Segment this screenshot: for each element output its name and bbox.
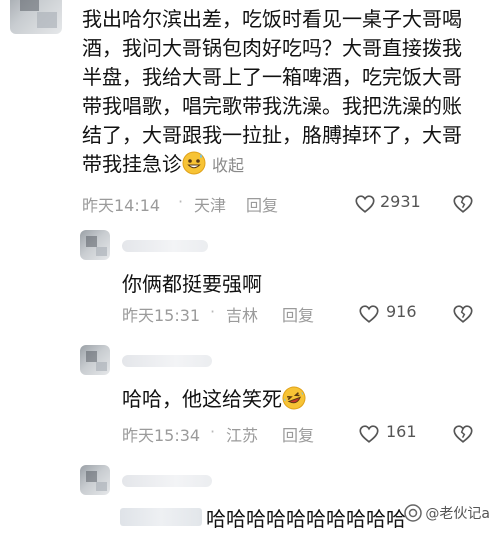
heart-icon[interactable] — [358, 303, 380, 325]
heart-icon[interactable] — [354, 193, 376, 215]
reply-username[interactable] — [122, 355, 212, 367]
separator: · — [210, 302, 216, 321]
comment-time: 昨天14:14 — [82, 196, 161, 215]
broken-heart-icon[interactable] — [452, 303, 474, 325]
reply-meta: 昨天15:31 · 吉林 回复 916 — [122, 302, 500, 328]
reply-username[interactable] — [122, 240, 208, 252]
reply-text-row: 哈哈，他这给笑死 — [122, 383, 306, 412]
reply-button[interactable]: 回复 — [282, 302, 314, 326]
comment-meta: 昨天14:14 · 天津 回复 2931 — [82, 192, 482, 218]
commenter-avatar[interactable] — [10, 0, 62, 34]
reply-username[interactable] — [122, 475, 212, 487]
separator: · — [178, 192, 184, 211]
reply-avatar[interactable] — [80, 345, 110, 375]
like-count: 916 — [386, 302, 417, 321]
comment-body: 我出哈尔滨出差，吃饭时看见一桌子大哥喝酒，我问大哥锅包肉好吃吗？大哥直接拨我半盘… — [82, 5, 478, 180]
reply-avatar[interactable] — [80, 465, 110, 495]
reply-text: 哈哈，他这给笑死 — [122, 387, 282, 411]
reply-meta: 昨天15:34 · 江苏 回复 161 — [122, 422, 500, 448]
reply-button[interactable]: 回复 — [282, 422, 314, 446]
reply-time: 昨天15:34 — [122, 426, 201, 445]
reply-text: 你俩都挺要强啊 — [122, 272, 262, 296]
comment-location: 天津 — [194, 196, 227, 215]
reply-location: 吉林 — [226, 306, 259, 325]
like-count: 2931 — [380, 192, 421, 211]
rolling-laughing-emoji-icon — [282, 386, 306, 410]
reply-button[interactable]: 回复 — [246, 192, 278, 216]
heart-icon[interactable] — [358, 423, 380, 445]
reply-text: 哈哈哈哈哈哈哈哈哈哈 — [206, 507, 406, 531]
platform-logo-icon — [404, 504, 423, 522]
reply-location: 江苏 — [226, 426, 259, 445]
comment-text: 我出哈尔滨出差，吃饭时看见一桌子大哥喝酒，我问大哥锅包肉好吃吗？大哥直接拨我半盘… — [82, 7, 462, 176]
broken-heart-icon[interactable] — [452, 193, 474, 215]
like-count: 161 — [386, 422, 417, 441]
collapse-button[interactable]: 收起 — [212, 156, 244, 175]
reply-time: 昨天15:31 — [122, 306, 201, 325]
watermark: @老伙记a — [404, 503, 490, 523]
grinning-sweat-emoji-icon — [182, 151, 206, 175]
blurred-mention — [120, 508, 202, 526]
watermark-text: @老伙记a — [425, 506, 490, 522]
separator: · — [210, 422, 216, 441]
reply-avatar[interactable] — [80, 230, 110, 260]
broken-heart-icon[interactable] — [452, 423, 474, 445]
